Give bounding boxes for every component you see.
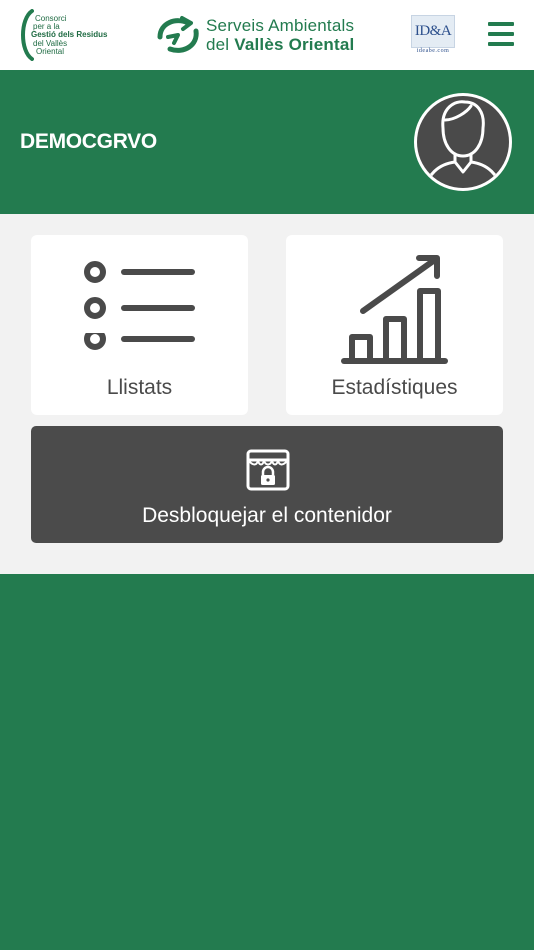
consorci-logo-text: Consorci per a la Gestió dels Residus de… [31, 14, 107, 56]
user-banner: DEMOCGRVO [0, 70, 534, 214]
llistats-card-button[interactable]: Llistats [31, 235, 248, 415]
serveis-line-2-prefix: del [206, 35, 230, 54]
serveis-line-1: Serveis Ambientals [206, 16, 355, 35]
ideabe-mark: ID&A [411, 15, 455, 48]
estadistiques-card-button[interactable]: Estadístiques [286, 235, 503, 415]
list-icon [84, 261, 195, 319]
bar-chart-growth-icon [341, 255, 448, 364]
menu-bar [488, 42, 514, 46]
menu-bar [488, 32, 514, 36]
hamburger-menu-icon[interactable] [488, 22, 514, 46]
llistats-label: Llistats [106, 376, 173, 399]
serveis-line-2-bold: Vallès Oriental [234, 35, 355, 54]
locked-container-icon [246, 449, 290, 491]
serveis-ambientals-logo[interactable]: Serveis Ambientals del Vallès Oriental [156, 14, 356, 56]
user-avatar-icon[interactable] [411, 90, 515, 194]
unlock-label: Desbloquejar el contenidor [142, 504, 392, 527]
ideabe-caption: ideabe.com [416, 48, 450, 54]
ideabe-logo[interactable]: ID&A ideabe.com [411, 15, 455, 55]
recycle-swirl-icon [157, 16, 199, 53]
estadistiques-label: Estadístiques [331, 376, 458, 399]
list-icon-lower [84, 333, 195, 350]
main-content: Llistats Estadístiques Desbloquejar el c… [0, 214, 534, 574]
unlock-container-button[interactable]: Desbloquejar el contenidor [31, 426, 503, 543]
app-header: Consorci per a la Gestió dels Residus de… [0, 0, 534, 70]
consorci-logo[interactable]: Consorci per a la Gestió dels Residus de… [18, 9, 118, 61]
serveis-line-2: del Vallès Oriental [206, 35, 354, 54]
serveis-logo-text: Serveis Ambientals del Vallès Oriental [206, 16, 354, 54]
consorci-line: Oriental [36, 46, 65, 56]
menu-bar [488, 22, 514, 26]
username-label: DEMOCGRVO [20, 130, 157, 153]
